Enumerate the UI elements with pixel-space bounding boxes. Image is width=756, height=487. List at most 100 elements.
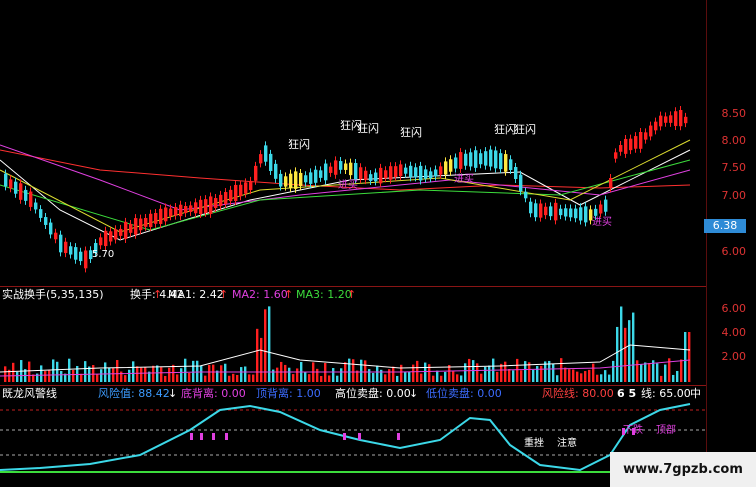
turnover-bar <box>208 364 211 382</box>
candle-body <box>114 229 118 240</box>
turnover-bar <box>480 373 483 382</box>
note-heavy-drop: 重挫 <box>524 438 544 449</box>
bottom-divergence: 底背离: 0.00 <box>181 387 246 400</box>
candle-body <box>539 203 543 218</box>
turnover-bar <box>536 365 539 382</box>
turnover-bar <box>92 365 95 382</box>
turnover-bar <box>124 375 127 382</box>
candle-body <box>184 206 188 214</box>
turnover-bar <box>68 358 71 382</box>
turnover-bar <box>72 369 75 382</box>
divergence-marker <box>200 433 203 440</box>
turnover-bar <box>104 362 107 382</box>
turnover-bar <box>112 368 115 382</box>
candle-body <box>474 150 478 168</box>
top-divergence: 顶背离: 1.00 <box>256 387 321 400</box>
turnover-bar <box>384 374 387 382</box>
turnover-bar <box>500 363 503 382</box>
candle-body <box>19 183 23 200</box>
candle-body <box>449 159 453 172</box>
turnover-bar <box>404 371 407 382</box>
panel-divider-bottom <box>0 385 706 386</box>
turnover-bar <box>132 361 135 382</box>
turnover-bar <box>176 374 179 382</box>
candle-body <box>549 206 553 217</box>
price-axis-label: 7.00 <box>721 189 747 202</box>
turnover-bar <box>552 363 555 382</box>
candle-body <box>69 246 73 255</box>
candle-body <box>479 153 483 165</box>
turnover-bar <box>316 368 319 382</box>
candle-body <box>194 202 198 214</box>
candle-body <box>59 234 63 253</box>
turnover-bar <box>164 375 167 382</box>
panel-divider-top <box>0 286 706 287</box>
turnover-axis-label: 4.00 <box>721 326 747 339</box>
price-axis-label: 6.00 <box>721 245 747 258</box>
candle-body <box>644 132 648 140</box>
turnover-bar <box>204 375 207 382</box>
candle-body <box>489 149 493 167</box>
candle-body <box>154 212 158 224</box>
buy-signal-label: 进买 <box>592 217 612 228</box>
candle-body <box>74 247 78 260</box>
turnover-bar <box>348 358 351 382</box>
candle-body <box>524 191 528 199</box>
candle-body <box>284 176 288 187</box>
candle-body <box>559 208 563 216</box>
candle-body <box>379 167 383 184</box>
down-arrow: ↓ <box>168 387 178 400</box>
candle-body <box>134 218 138 235</box>
turnover-bar <box>136 366 139 382</box>
turnover-bar <box>392 366 395 382</box>
turnover-bar <box>128 369 131 382</box>
turnover-bar <box>680 359 683 382</box>
up-arrow: ↑ <box>347 288 357 301</box>
turnover-bar <box>684 332 687 382</box>
turnover-bar <box>264 309 267 382</box>
candle-body <box>274 163 278 179</box>
turnover-bar <box>192 360 195 382</box>
candle-body <box>384 170 388 179</box>
turnover-bar <box>596 374 599 382</box>
down-arrow: ↓ <box>409 387 419 400</box>
candlestick-chart[interactable] <box>0 0 706 487</box>
candle-body <box>329 166 333 173</box>
candle-body <box>149 213 153 228</box>
turnover-bar <box>96 374 99 382</box>
candle-body <box>79 251 83 262</box>
ma2-value: MA2: 1.60 <box>232 288 288 301</box>
turnover-bar <box>616 326 619 382</box>
turnover-bar <box>400 364 403 382</box>
turnover-title: 实战换手(5,35,135) <box>2 288 104 301</box>
candle-body <box>649 125 653 137</box>
turnover-bar <box>152 365 155 382</box>
turnover-bar <box>396 375 399 382</box>
candle-body <box>484 151 488 166</box>
candle-body <box>279 173 283 187</box>
turnover-bar <box>428 364 431 382</box>
turnover-bar <box>116 360 119 382</box>
turnover-bar <box>580 373 583 382</box>
candle-body <box>614 152 618 159</box>
turnover-bar <box>456 374 459 382</box>
candle-body <box>404 167 408 174</box>
watermark-logo: www.7gpzb.com <box>610 452 756 487</box>
candle-body <box>239 184 243 197</box>
candle-body <box>309 172 313 184</box>
turnover-bar <box>100 369 103 382</box>
turnover-bar <box>516 358 519 382</box>
candle-body <box>139 218 143 231</box>
turnover-bar <box>212 364 215 382</box>
turnover-bar <box>436 370 439 382</box>
turnover-bar <box>52 359 55 382</box>
candle-body <box>459 152 463 169</box>
turnover-bar <box>640 364 643 382</box>
turnover-bar <box>376 365 379 382</box>
risk-value: 风险值: 88.42 <box>98 387 170 400</box>
turnover-bar <box>12 362 15 382</box>
turnover-bar <box>588 369 591 382</box>
turnover-bar <box>524 361 527 382</box>
candle-body <box>119 228 123 236</box>
candle-body <box>124 221 128 239</box>
